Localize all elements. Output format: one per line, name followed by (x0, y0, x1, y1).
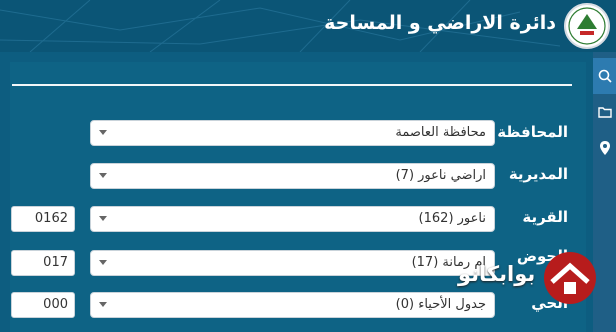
chevron-down-icon (99, 216, 107, 221)
district-code-input[interactable]: 000 (11, 292, 75, 318)
village-value: ناعور (162) (418, 211, 486, 226)
chevron-down-icon (99, 130, 107, 135)
folder-icon[interactable] (593, 94, 616, 130)
page-title: دائرة الاراضي و المساحة (324, 12, 556, 34)
governorate-select[interactable]: محافظة العاصمة (90, 120, 495, 146)
directorate-value: اراضي ناعور (7) (395, 168, 486, 183)
chevron-down-icon (99, 302, 107, 307)
chevron-down-icon (99, 260, 107, 265)
search-icon[interactable] (593, 58, 616, 94)
location-pin-icon[interactable] (593, 130, 616, 166)
directorate-select[interactable]: اراضي ناعور (7) (90, 163, 495, 189)
governorate-value: محافظة العاصمة (395, 125, 486, 140)
chevron-down-icon (99, 173, 107, 178)
village-label: القرية (522, 208, 568, 226)
department-logo-icon (564, 3, 610, 49)
brand-mark-icon (544, 252, 596, 304)
village-code-input[interactable]: 0162 (11, 206, 75, 232)
district-select[interactable]: جدول الأحياء (0) (90, 292, 495, 318)
brand-name: بوابكانو (458, 262, 536, 286)
app-header: دائرة الاراضي و المساحة (0, 0, 616, 52)
directorate-label: المديرية (508, 165, 568, 183)
governorate-label: المحافظة (497, 123, 568, 141)
brand-badge: بوابكانو (458, 248, 598, 318)
village-select[interactable]: ناعور (162) (90, 206, 495, 232)
divider-line (12, 84, 572, 86)
basin-code-input[interactable]: 017 (11, 250, 75, 276)
basin-select[interactable]: ام رمانة (17) (90, 250, 495, 276)
